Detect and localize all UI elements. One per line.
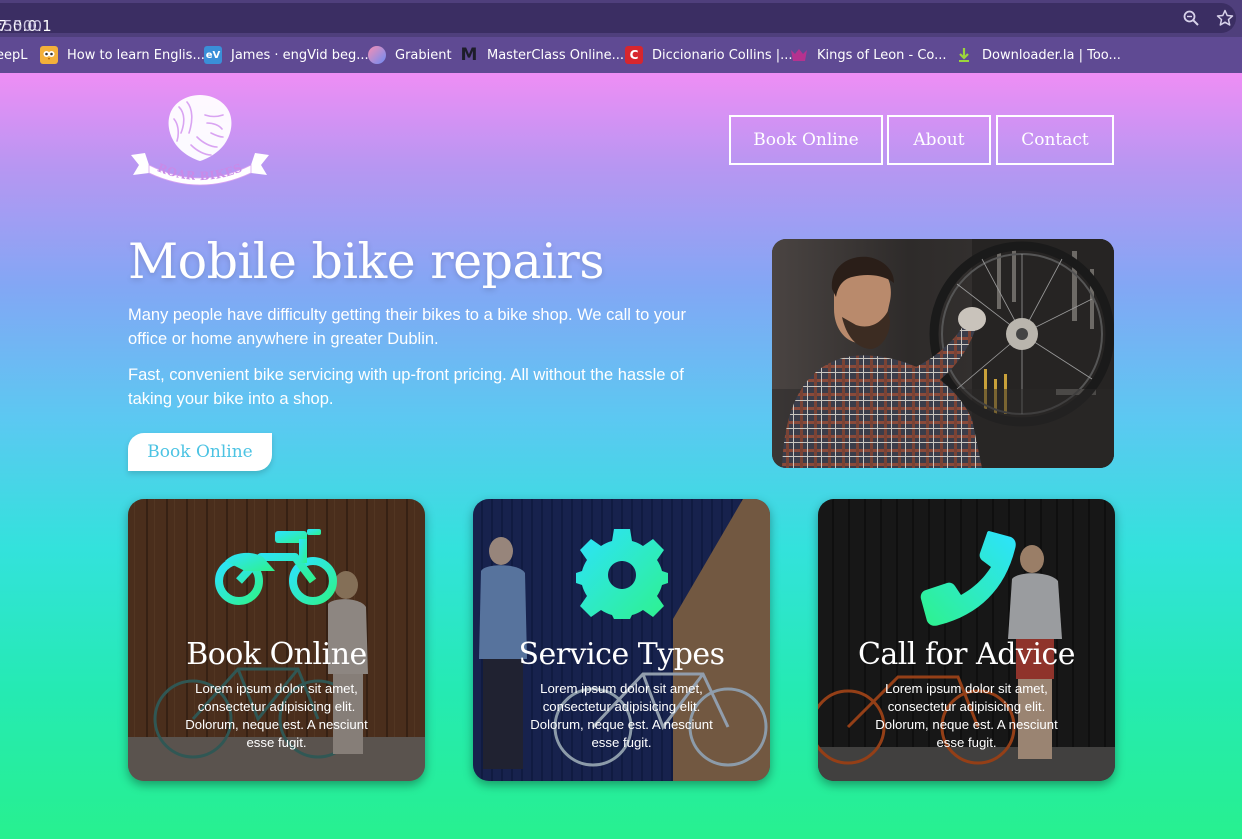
bookmark-star-icon[interactable] <box>1216 9 1234 27</box>
bookmarks-bar: eepL How to learn Englis... eV James · e… <box>0 37 1242 73</box>
nav-about[interactable]: About <box>887 115 991 165</box>
bookmark-label: How to learn Englis... <box>67 47 205 63</box>
bookmark-label: eepL <box>0 47 28 63</box>
bookmark-label: Grabient <box>395 47 452 63</box>
phone-icon <box>818 527 1115 626</box>
hero-paragraph-1: Many people have difficulty getting thei… <box>128 306 686 348</box>
roar-bikes-logo[interactable]: ROAR BIKES <box>127 93 273 189</box>
bookmark-collins[interactable]: C Diccionario Collins |... <box>625 37 793 73</box>
motorbike-icon <box>128 527 425 617</box>
card-service-types[interactable]: Service Types Lorem ipsum dolor sit amet… <box>473 499 770 781</box>
bookmark-masterclass[interactable]: M MasterClass Online... <box>460 37 625 73</box>
bookmark-downloader[interactable]: Downloader.la | Too... <box>955 37 1121 73</box>
engvid-icon: eV <box>204 46 222 64</box>
card-book-online[interactable]: Book Online Lorem ipsum dolor sit amet, … <box>128 499 425 781</box>
card-text: Lorem ipsum dolor sit amet, consectetur … <box>530 681 713 750</box>
hero-paragraph-2: Fast, convenient bike servicing with up-… <box>128 366 684 408</box>
bookmark-engvid[interactable]: eV James · engVid beg... <box>204 37 369 73</box>
url-field[interactable]: 7.0.0.1:5500 <box>0 3 1236 35</box>
bookmark-label: Kings of Leon - Co... <box>817 47 947 63</box>
card-title: Service Types <box>518 637 725 672</box>
url-port: :5500 <box>0 17 43 35</box>
bookmark-label: Downloader.la | Too... <box>982 47 1121 63</box>
bookmark-label: James · engVid beg... <box>231 47 369 63</box>
bookmark-kings-of-leon[interactable]: Kings of Leon - Co... <box>790 37 947 73</box>
downloader-icon <box>955 46 973 64</box>
card-text: Lorem ipsum dolor sit amet, consectetur … <box>875 681 1058 750</box>
nav-contact[interactable]: Contact <box>996 115 1114 165</box>
bookmark-label: MasterClass Online... <box>487 47 625 63</box>
bookmark-learn-english[interactable]: How to learn Englis... <box>40 37 205 73</box>
card-call-for-advice[interactable]: Call for Advice Lorem ipsum dolor sit am… <box>818 499 1115 781</box>
bookmark-label: Diccionario Collins |... <box>652 47 793 63</box>
page: ROAR BIKES Book Online About Contact Mob… <box>0 73 1242 839</box>
masterclass-icon: M <box>460 45 478 65</box>
nav-book-online[interactable]: Book Online <box>729 115 883 165</box>
owl-icon <box>40 46 58 64</box>
zoom-icon[interactable] <box>1182 9 1200 27</box>
card-title: Book Online <box>186 637 367 672</box>
collins-icon: C <box>625 46 643 64</box>
mechanic-photo <box>772 239 1114 468</box>
bookmark-grabient[interactable]: Grabient <box>368 37 452 73</box>
card-text: Lorem ipsum dolor sit amet, consectetur … <box>185 681 368 750</box>
kings-icon <box>790 46 808 64</box>
hero-book-online-button[interactable]: Book Online <box>128 433 272 471</box>
card-title: Call for Advice <box>857 637 1076 672</box>
hero-title: Mobile bike repairs <box>128 233 605 290</box>
bookmark-deepl[interactable]: eepL <box>0 37 28 73</box>
gear-icon <box>473 527 770 619</box>
browser-address-bar: 7.0.0.1:5500 <box>0 0 1242 37</box>
grabient-icon <box>368 46 386 64</box>
